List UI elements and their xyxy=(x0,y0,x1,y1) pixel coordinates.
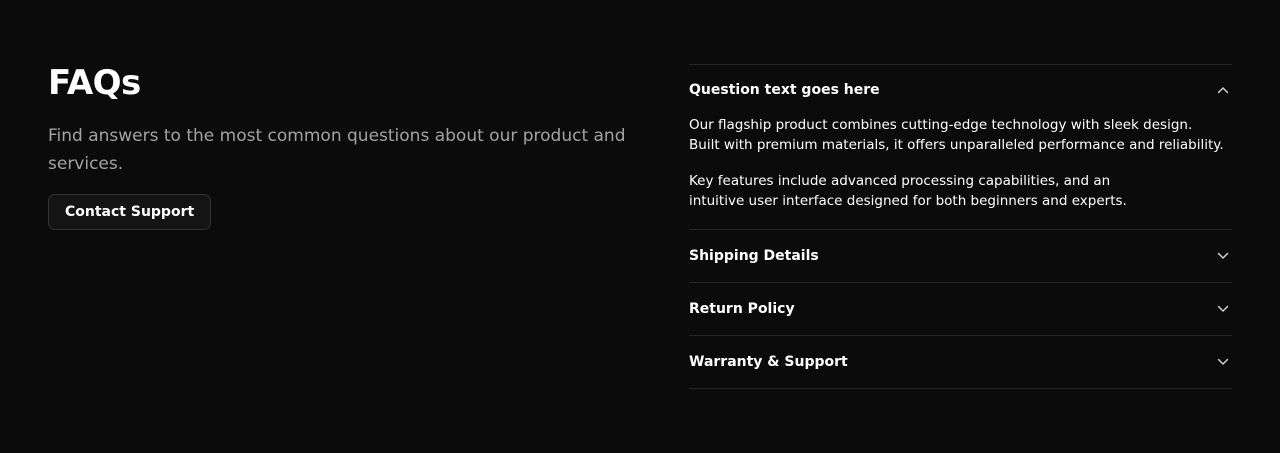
faq-question: Return Policy xyxy=(689,301,795,317)
contact-support-button[interactable]: Contact Support xyxy=(48,194,212,230)
faq-question-toggle[interactable]: Question text goes here xyxy=(689,65,1232,115)
chevron-down-icon xyxy=(1216,355,1230,369)
faq-question-toggle[interactable]: Shipping Details xyxy=(689,230,1232,282)
faq-item: Return Policy xyxy=(689,283,1232,336)
faq-answer-paragraph: Key features include advanced processing… xyxy=(689,171,1232,211)
faq-question: Shipping Details xyxy=(689,248,819,264)
faq-answer-paragraph: Our flagship product combines cutting-ed… xyxy=(689,115,1232,155)
faq-answer-line: Built with premium materials, it offers … xyxy=(689,137,1224,153)
faq-item: Shipping Details xyxy=(689,230,1232,283)
chevron-up-icon xyxy=(1216,83,1230,97)
faq-item: Warranty & Support xyxy=(689,336,1232,389)
faq-page: FAQs Find answers to the most common que… xyxy=(0,0,1280,453)
faq-answer-line: intuitive user interface designed for bo… xyxy=(689,193,1127,209)
faq-intro: FAQs Find answers to the most common que… xyxy=(48,62,638,230)
faq-answer: Our flagship product combines cutting-ed… xyxy=(689,115,1232,229)
faq-accordion: Question text goes here Our flagship pro… xyxy=(689,64,1232,389)
faq-question-toggle[interactable]: Return Policy xyxy=(689,283,1232,335)
page-title: FAQs xyxy=(48,63,141,103)
faq-answer-line: Our flagship product combines cutting-ed… xyxy=(689,117,1193,133)
faq-question: Question text goes here xyxy=(689,82,880,98)
chevron-down-icon xyxy=(1216,302,1230,316)
faq-answer-line: Key features include advanced processing… xyxy=(689,173,1111,189)
faq-question: Warranty & Support xyxy=(689,354,848,370)
chevron-down-icon xyxy=(1216,249,1230,263)
page-subtitle: Find answers to the most common question… xyxy=(48,126,626,174)
faq-question-toggle[interactable]: Warranty & Support xyxy=(689,336,1232,388)
faq-item: Question text goes here Our flagship pro… xyxy=(689,65,1232,230)
